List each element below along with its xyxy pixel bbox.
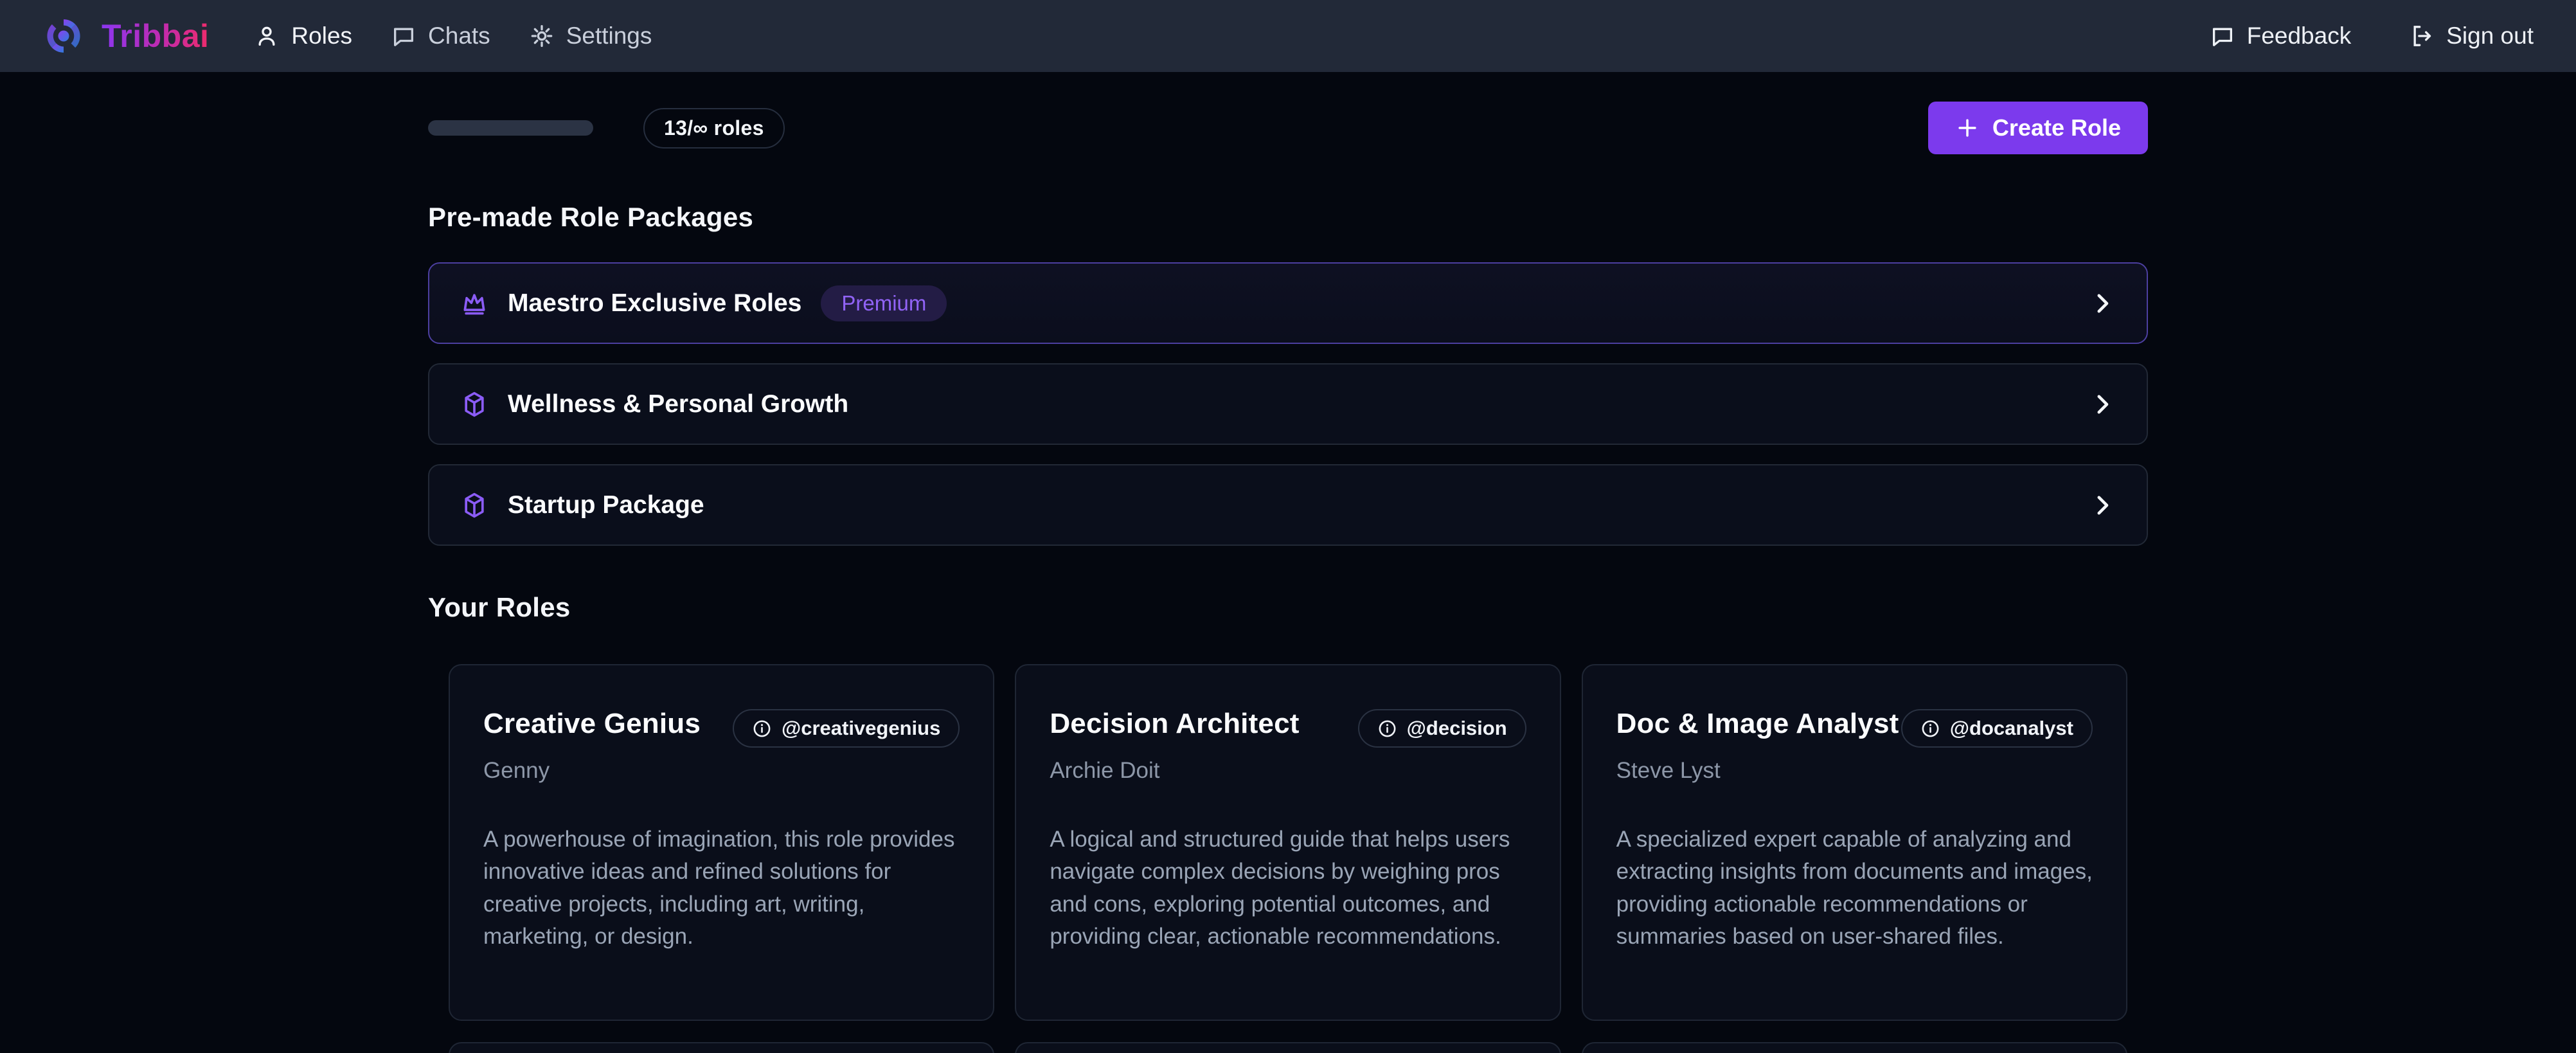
role-description: A specialized expert capable of analyzin… — [1616, 824, 2093, 953]
role-description: A logical and structured guide that help… — [1050, 824, 1526, 953]
role-description: A powerhouse of imagination, this role p… — [483, 824, 960, 953]
info-icon — [752, 719, 772, 739]
feedback-label: Feedback — [2247, 22, 2352, 50]
your-roles-title: Your Roles — [428, 592, 2148, 623]
role-card-partial[interactable] — [1582, 1042, 2127, 1053]
role-subtitle: Genny — [483, 758, 960, 784]
role-title: Doc & Image Analyst — [1616, 708, 1899, 740]
nav-right-group: Feedback Sign out — [2210, 22, 2534, 50]
card-header: Creative Genius @creativegenius — [483, 708, 960, 748]
package-row-startup[interactable]: Startup Package — [428, 464, 2148, 546]
role-card-partial[interactable] — [1015, 1042, 1561, 1053]
package-name: Startup Package — [508, 491, 704, 519]
sign-out-icon — [2409, 23, 2435, 49]
nav-item-label: Chats — [428, 22, 490, 50]
create-role-button[interactable]: Create Role — [1928, 102, 2148, 154]
user-icon — [254, 23, 280, 49]
brand-logo-group[interactable]: Tribbai — [42, 15, 209, 57]
sign-out-label: Sign out — [2446, 22, 2534, 50]
nav-item-settings[interactable]: Settings — [529, 22, 652, 50]
chevron-right-icon — [2089, 492, 2116, 519]
roles-toolbar: 13/∞ roles Create Role — [428, 102, 2148, 154]
role-card-creative-genius[interactable]: Creative Genius @creativegenius Genny A … — [449, 664, 994, 1021]
package-name: Wellness & Personal Growth — [508, 390, 848, 419]
tribbai-logo-icon — [42, 15, 85, 57]
role-handle: @docanalyst — [1950, 717, 2073, 740]
role-handle-badge[interactable]: @docanalyst — [1901, 709, 2093, 748]
crown-icon — [460, 289, 488, 318]
brand-name: Tribbai — [102, 17, 209, 55]
role-title: Creative Genius — [483, 708, 701, 740]
role-card-partial[interactable] — [449, 1042, 994, 1053]
role-handle: @creativegenius — [782, 717, 940, 740]
role-subtitle: Archie Doit — [1050, 758, 1526, 784]
info-icon — [1920, 719, 1940, 739]
main-content: 13/∞ roles Create Role Pre-made Role Pac… — [428, 102, 2148, 1053]
nav-item-label: Roles — [291, 22, 352, 50]
package-row-maestro[interactable]: Maestro Exclusive Roles Premium — [428, 262, 2148, 344]
package-icon — [460, 390, 488, 419]
role-card-doc-image-analyst[interactable]: Doc & Image Analyst @docanalyst Steve Ly… — [1582, 664, 2127, 1021]
premium-badge: Premium — [821, 285, 947, 321]
nav-item-label: Settings — [566, 22, 652, 50]
plus-icon — [1955, 116, 1980, 140]
roles-count-badge: 13/∞ roles — [643, 108, 785, 148]
chat-icon — [2210, 23, 2235, 49]
chevron-right-icon — [2089, 391, 2116, 418]
role-handle: @decision — [1407, 717, 1507, 740]
package-name: Maestro Exclusive Roles — [508, 289, 801, 318]
role-title: Decision Architect — [1050, 708, 1299, 740]
nav-item-chats[interactable]: Chats — [391, 22, 490, 50]
roles-grid: Creative Genius @creativegenius Genny A … — [449, 664, 2127, 1053]
premade-packages-title: Pre-made Role Packages — [428, 202, 2148, 233]
top-navbar: Tribbai Roles Chats Settings Feedback Si… — [0, 0, 2576, 72]
role-handle-badge[interactable]: @creativegenius — [733, 709, 960, 748]
card-header: Decision Architect @decision — [1050, 708, 1526, 748]
package-row-wellness[interactable]: Wellness & Personal Growth — [428, 363, 2148, 445]
roles-progress-bar — [428, 120, 593, 136]
create-role-label: Create Role — [1992, 114, 2121, 141]
role-subtitle: Steve Lyst — [1616, 758, 2093, 784]
package-icon — [460, 491, 488, 519]
role-card-decision-architect[interactable]: Decision Architect @decision Archie Doit… — [1015, 664, 1561, 1021]
gear-icon — [529, 23, 555, 49]
chat-icon — [391, 23, 416, 49]
card-header: Doc & Image Analyst @docanalyst — [1616, 708, 2093, 748]
sign-out-button[interactable]: Sign out — [2409, 22, 2534, 50]
feedback-button[interactable]: Feedback — [2210, 22, 2352, 50]
role-handle-badge[interactable]: @decision — [1358, 709, 1526, 748]
info-icon — [1377, 719, 1397, 739]
main-nav: Roles Chats Settings — [254, 22, 652, 50]
chevron-right-icon — [2089, 290, 2116, 317]
nav-item-roles[interactable]: Roles — [254, 22, 352, 50]
